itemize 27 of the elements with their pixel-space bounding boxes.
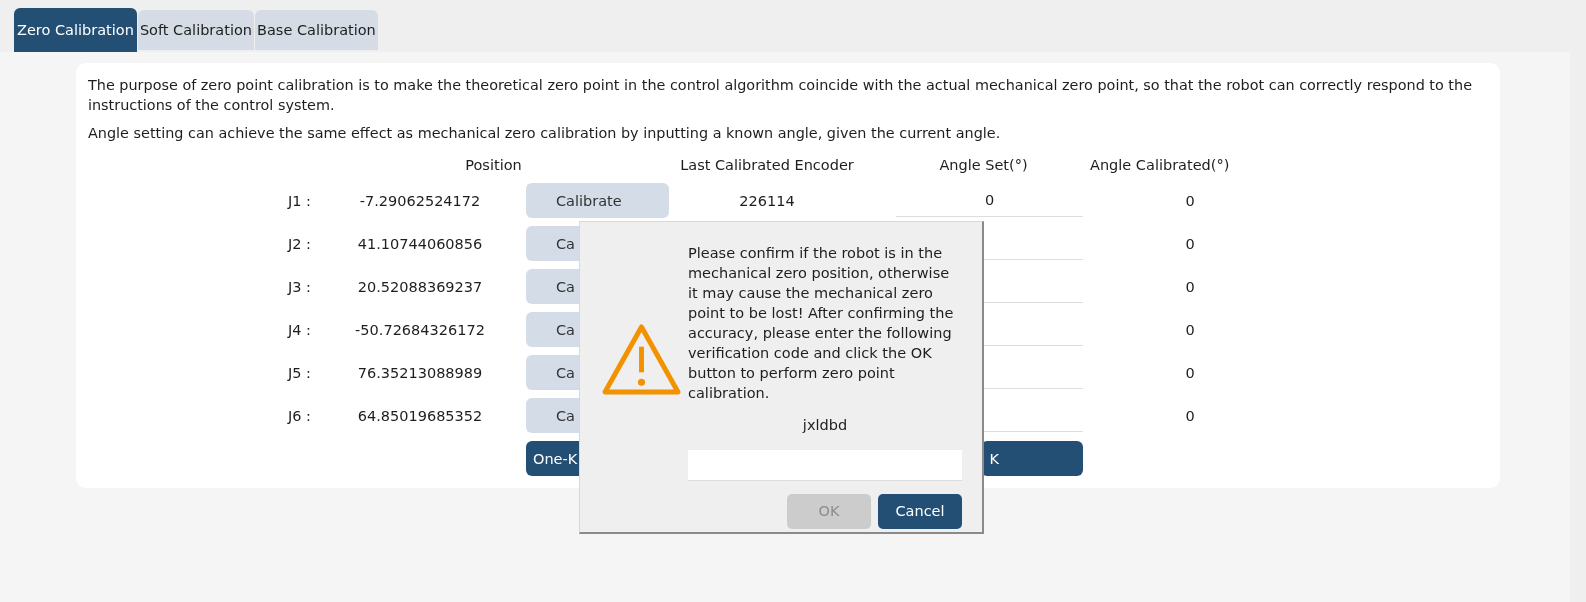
position-value: -7.29062524172 <box>358 192 482 209</box>
dialog-message: Please confirm if the robot is in the mechanical zero position, otherwise it may cause the mechanical zero point to be lost! After confirming the accuracy, please enter the following verification code and click the OK button to perform zero point calibration. <box>688 244 955 403</box>
angle-calibrated-value: 0 <box>1185 364 1195 381</box>
position-value: 64.85019685352 <box>356 407 484 424</box>
joint-label: J5 : <box>286 364 312 381</box>
description-text: Angle setting can achieve the same effect as mechanical zero calibration by inputting a known angle, given the current angle. <box>88 124 1002 143</box>
joint-label: J2 : <box>286 235 312 252</box>
position-value: 41.10744060856 <box>356 235 484 252</box>
joint-label: J4 : <box>286 321 312 338</box>
angle-calibrated-value: 0 <box>1185 235 1195 252</box>
position-value: 20.52088369237 <box>356 278 484 295</box>
column-header: Angle Set(°) <box>938 156 1029 175</box>
angle-calibrated-value: 0 <box>1185 407 1195 424</box>
joint-label: J1 : <box>286 192 312 209</box>
column-header: Angle Calibrated(°) <box>1089 156 1231 175</box>
position-value: -50.72684326172 <box>354 321 486 338</box>
joint-label: J3 : <box>286 278 312 295</box>
column-header: Position <box>464 156 523 175</box>
column-header: Last Calibrated Encoder <box>679 156 855 175</box>
angle-calibrated-value: 0 <box>1185 192 1195 209</box>
angle-calibrated-value: 0 <box>1185 321 1195 338</box>
joint-label: J6 : <box>286 407 312 424</box>
encoder-value: 226114 <box>739 192 795 209</box>
description-text: The purpose of zero point calibration is to make the theoretical zero point in the control algorithm coincide with the actual mechanical zero point, so that the robot can correctly respond to the instructions of the control system. <box>88 76 1473 115</box>
angle-calibrated-value: 0 <box>1185 278 1195 295</box>
verification-code: jxldbd <box>802 416 848 436</box>
position-value: 76.35213088989 <box>356 364 484 381</box>
